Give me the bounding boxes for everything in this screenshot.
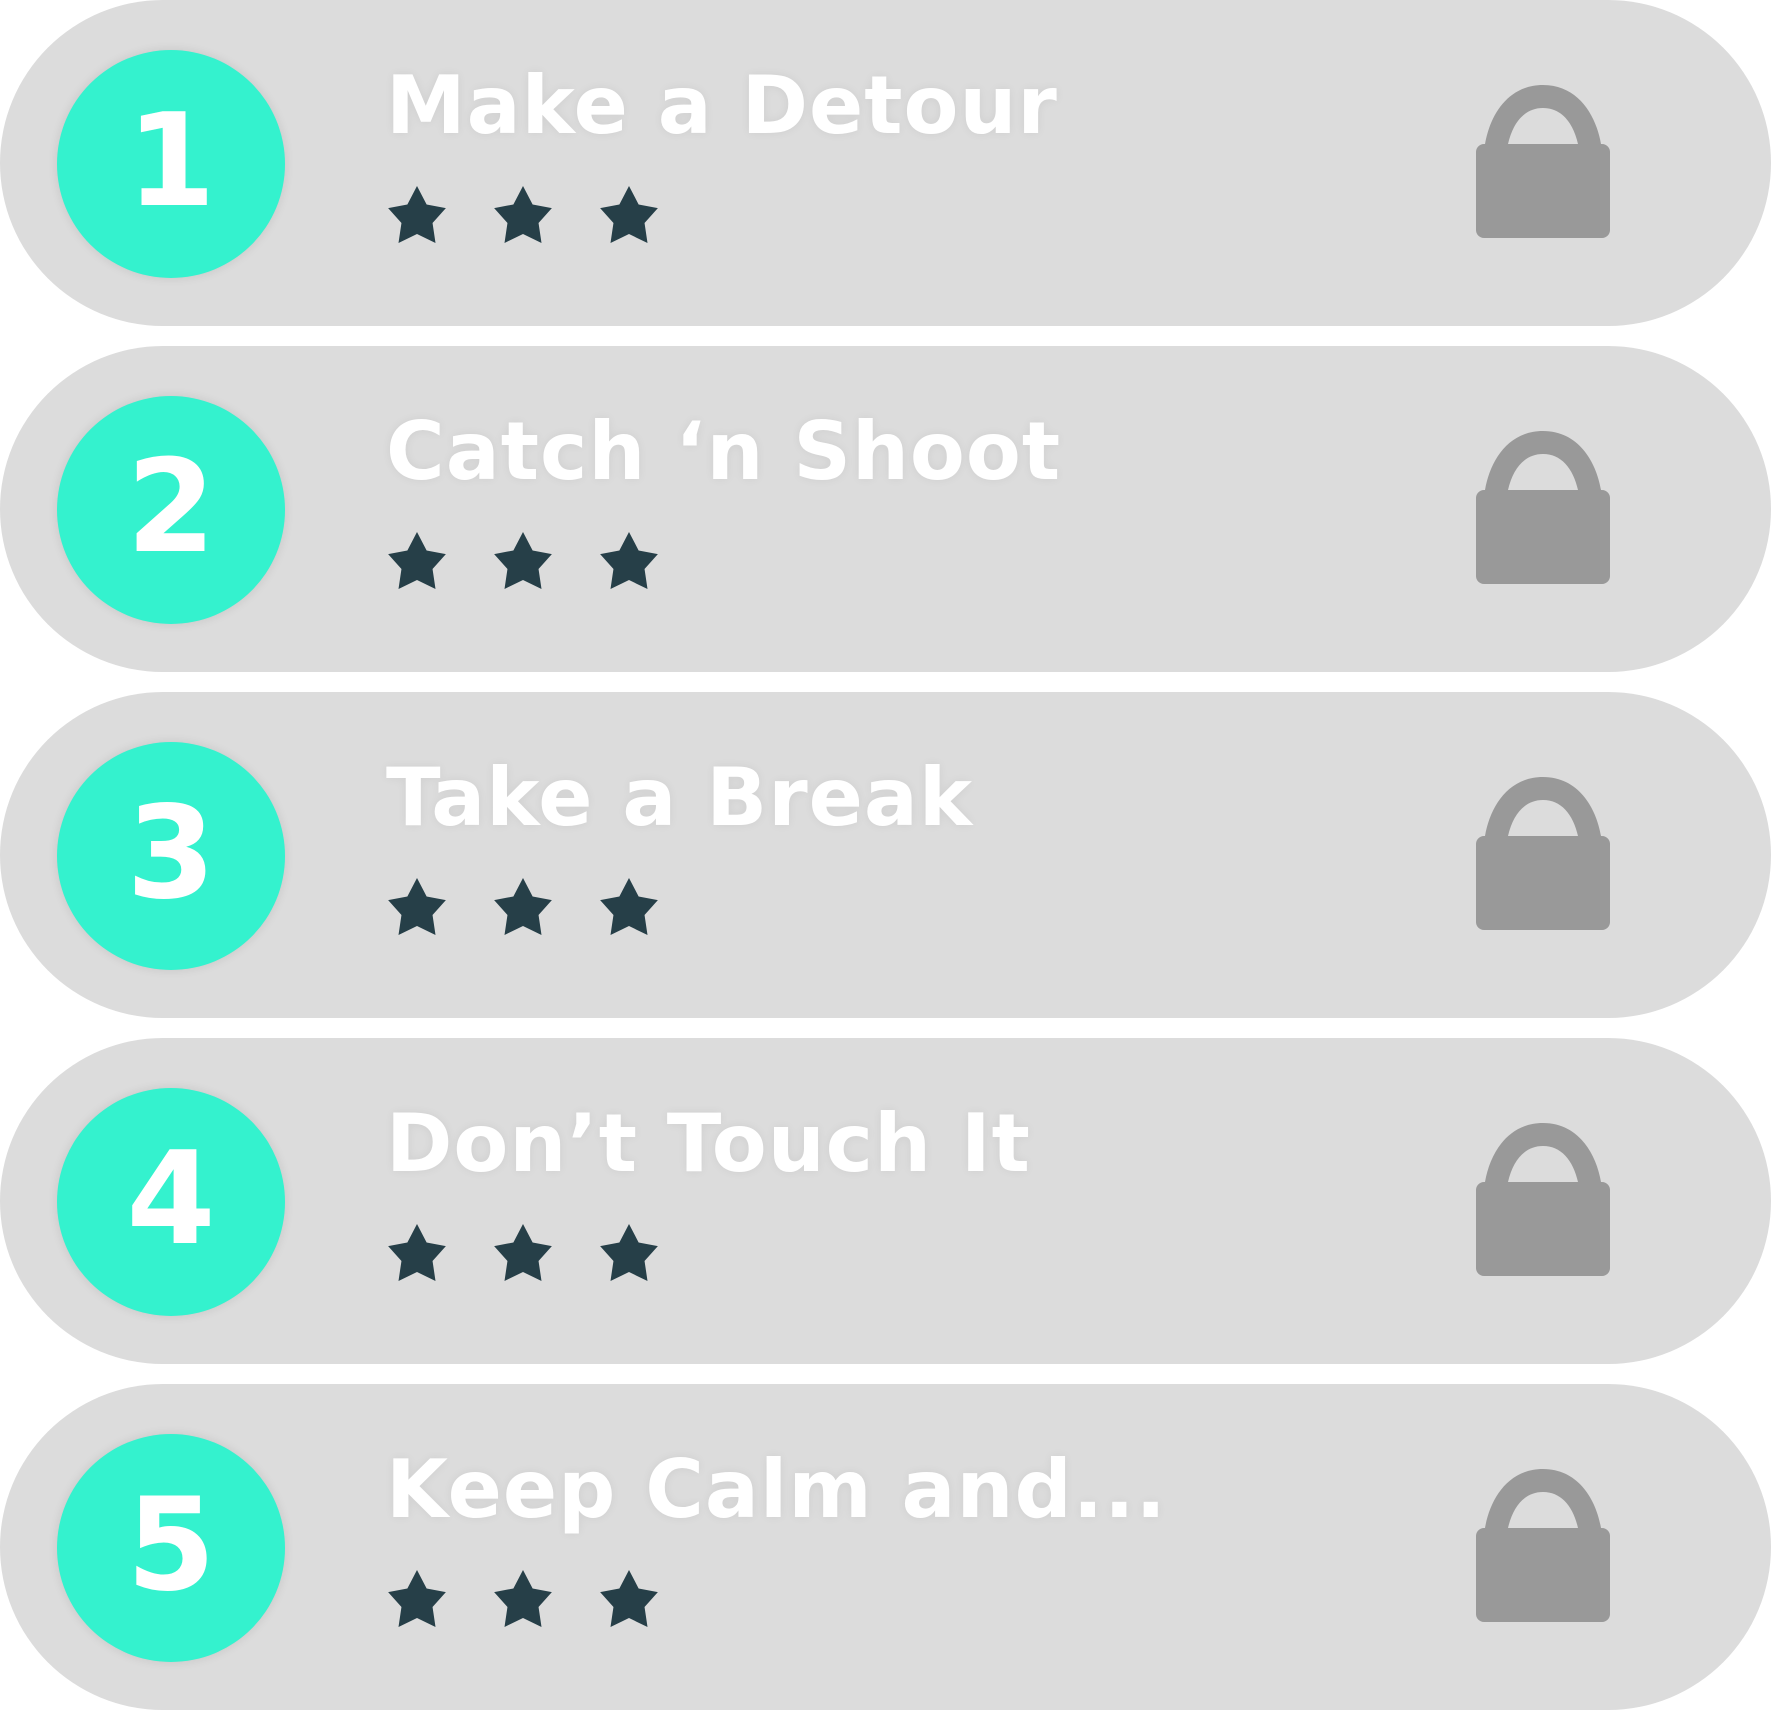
level-number-badge: 5 bbox=[57, 1434, 285, 1662]
level-number-badge: 1 bbox=[57, 50, 285, 278]
lock-icon bbox=[1476, 85, 1610, 238]
level-row-1[interactable]: 1 Make a Detour bbox=[0, 0, 1771, 326]
level-number: 4 bbox=[126, 1125, 216, 1274]
level-number-badge: 4 bbox=[57, 1088, 285, 1316]
star-icon bbox=[494, 531, 552, 589]
level-number: 2 bbox=[126, 433, 216, 582]
star-icon bbox=[388, 877, 446, 935]
star-rating bbox=[380, 1567, 666, 1641]
star-icon bbox=[494, 1223, 552, 1281]
level-number: 3 bbox=[126, 779, 216, 928]
star-rating bbox=[380, 183, 666, 257]
star-rating bbox=[380, 1221, 666, 1295]
level-number: 1 bbox=[126, 87, 216, 236]
level-number-badge: 2 bbox=[57, 396, 285, 624]
lock-icon bbox=[1476, 1469, 1610, 1622]
star-icon bbox=[600, 1223, 658, 1281]
lock-icon bbox=[1476, 777, 1610, 930]
level-row-4[interactable]: 4 Don’t Touch It bbox=[0, 1038, 1771, 1364]
star-icon bbox=[388, 1569, 446, 1627]
star-icon bbox=[600, 531, 658, 589]
star-icon bbox=[600, 877, 658, 935]
star-icon bbox=[494, 877, 552, 935]
level-title: Make a Detour bbox=[386, 59, 1058, 152]
star-icon bbox=[600, 185, 658, 243]
star-icon bbox=[600, 1569, 658, 1627]
level-number-badge: 3 bbox=[57, 742, 285, 970]
level-title: Take a Break bbox=[386, 751, 974, 844]
level-title: Don’t Touch It bbox=[386, 1097, 1031, 1190]
star-icon bbox=[388, 531, 446, 589]
lock-icon bbox=[1476, 431, 1610, 584]
level-title: Keep Calm and... bbox=[386, 1443, 1167, 1536]
star-icon bbox=[494, 1569, 552, 1627]
star-icon bbox=[388, 185, 446, 243]
level-title: Catch ‘n Shoot bbox=[386, 405, 1062, 498]
level-row-3[interactable]: 3 Take a Break bbox=[0, 692, 1771, 1018]
level-number: 5 bbox=[126, 1471, 216, 1620]
star-rating bbox=[380, 529, 666, 603]
star-icon bbox=[388, 1223, 446, 1281]
star-icon bbox=[494, 185, 552, 243]
level-row-5[interactable]: 5 Keep Calm and... bbox=[0, 1384, 1771, 1710]
level-row-2[interactable]: 2 Catch ‘n Shoot bbox=[0, 346, 1771, 672]
level-list: 1 Make a Detour 2 Catch ‘n Shoot 3 Take … bbox=[0, 0, 1771, 1730]
lock-icon bbox=[1476, 1123, 1610, 1276]
star-rating bbox=[380, 875, 666, 949]
